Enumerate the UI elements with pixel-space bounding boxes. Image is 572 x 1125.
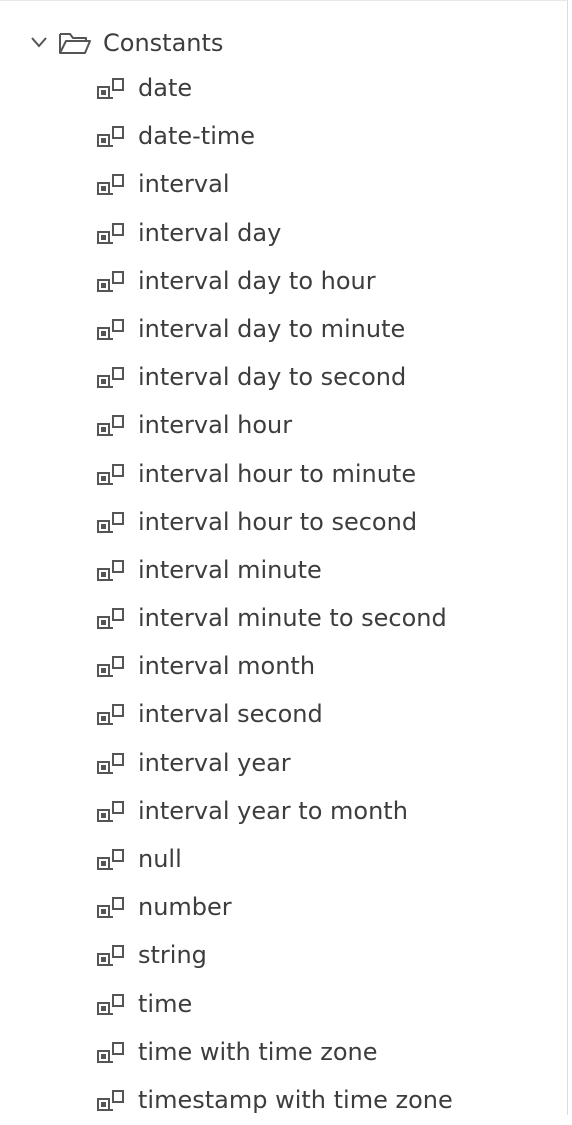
tree-item[interactable]: interval month	[0, 643, 560, 691]
constant-icon	[97, 993, 124, 1015]
tree-item[interactable]: date	[0, 65, 560, 113]
constant-icon	[97, 174, 124, 196]
tree-item-label: time with time zone	[138, 1037, 378, 1066]
constant-icon	[97, 511, 124, 533]
tree-item[interactable]: interval day to hour	[0, 258, 560, 306]
constant-icon	[97, 415, 124, 437]
tree-item[interactable]: interval day	[0, 210, 560, 258]
tree-item-label: string	[138, 941, 207, 970]
constant-icon	[97, 945, 124, 967]
tree-item-label: date	[138, 74, 193, 102]
tree-item[interactable]: timestamp with time zone	[0, 1077, 560, 1125]
tree-item-label: interval day to minute	[138, 314, 406, 343]
tree-item-label: interval hour to minute	[138, 459, 417, 488]
tree-item[interactable]: null	[0, 836, 560, 884]
constant-icon	[97, 800, 124, 822]
tree-item[interactable]: interval second	[0, 691, 560, 739]
tree-item[interactable]: interval minute	[0, 547, 560, 595]
constant-icon	[97, 126, 124, 148]
constants-tree-panel: Constants date date-time interval interval …	[0, 0, 568, 1115]
constant-icon	[97, 222, 124, 244]
tree-item-label: interval month	[138, 652, 316, 681]
tree-item-label: interval hour	[138, 411, 293, 440]
tree-item-label: interval second	[138, 700, 323, 729]
tree-item-label: interval day to second	[138, 363, 407, 392]
constant-icon	[97, 318, 124, 340]
tree-folder-label: Constants	[103, 29, 224, 57]
constants-list: date date-time interval interval day interva…	[0, 65, 560, 1125]
tree-item[interactable]: interval day to second	[0, 354, 560, 402]
tree-item[interactable]: interval day to minute	[0, 306, 560, 354]
tree-item[interactable]: time	[0, 981, 560, 1029]
tree-folder-constants[interactable]: Constants	[0, 23, 560, 61]
constant-icon	[97, 559, 124, 581]
constant-icon	[97, 849, 124, 870]
tree-item-label: interval year	[138, 748, 291, 777]
tree-item[interactable]: number	[0, 884, 560, 932]
tree-item-label: timestamp with time zone	[138, 1085, 453, 1114]
tree-item-label: interval day	[138, 218, 282, 247]
tree-item[interactable]: string	[0, 932, 560, 980]
tree-item-label: interval minute	[138, 555, 322, 584]
tree-item[interactable]: interval	[0, 161, 560, 209]
chevron-down-icon[interactable]	[30, 34, 48, 50]
tree-item[interactable]: date-time	[0, 113, 560, 161]
tree-item-label: date-time	[138, 122, 255, 151]
tree-item[interactable]: interval year to month	[0, 788, 560, 836]
constant-icon	[97, 752, 124, 774]
tree-item[interactable]: interval hour to second	[0, 499, 560, 547]
constant-icon	[97, 704, 124, 726]
tree-item-label: number	[138, 893, 232, 922]
tree-item[interactable]: interval hour	[0, 402, 560, 450]
tree-item[interactable]: time with time zone	[0, 1029, 560, 1077]
tree-item[interactable]: interval year	[0, 740, 560, 788]
tree-item-label: interval year to month	[138, 796, 408, 825]
tree-item-label: null	[138, 845, 182, 873]
tree-item[interactable]: interval hour to minute	[0, 451, 560, 499]
constant-icon	[97, 1089, 124, 1111]
constant-icon	[97, 463, 124, 485]
constant-icon	[97, 367, 124, 389]
tree-item-label: interval	[138, 170, 230, 199]
constant-icon	[97, 78, 124, 99]
tree-item-label: interval minute to second	[138, 604, 447, 633]
constant-icon	[97, 608, 124, 630]
constant-icon	[97, 897, 124, 919]
tree-item-label: interval hour to second	[138, 507, 418, 536]
constant-icon	[97, 270, 124, 292]
constant-icon	[97, 1041, 124, 1063]
folder-open-icon	[59, 33, 91, 54]
tree-item-label: time	[138, 989, 193, 1018]
tree-item-label: interval day to hour	[138, 266, 376, 295]
constant-icon	[97, 656, 124, 678]
tree-item[interactable]: interval minute to second	[0, 595, 560, 643]
